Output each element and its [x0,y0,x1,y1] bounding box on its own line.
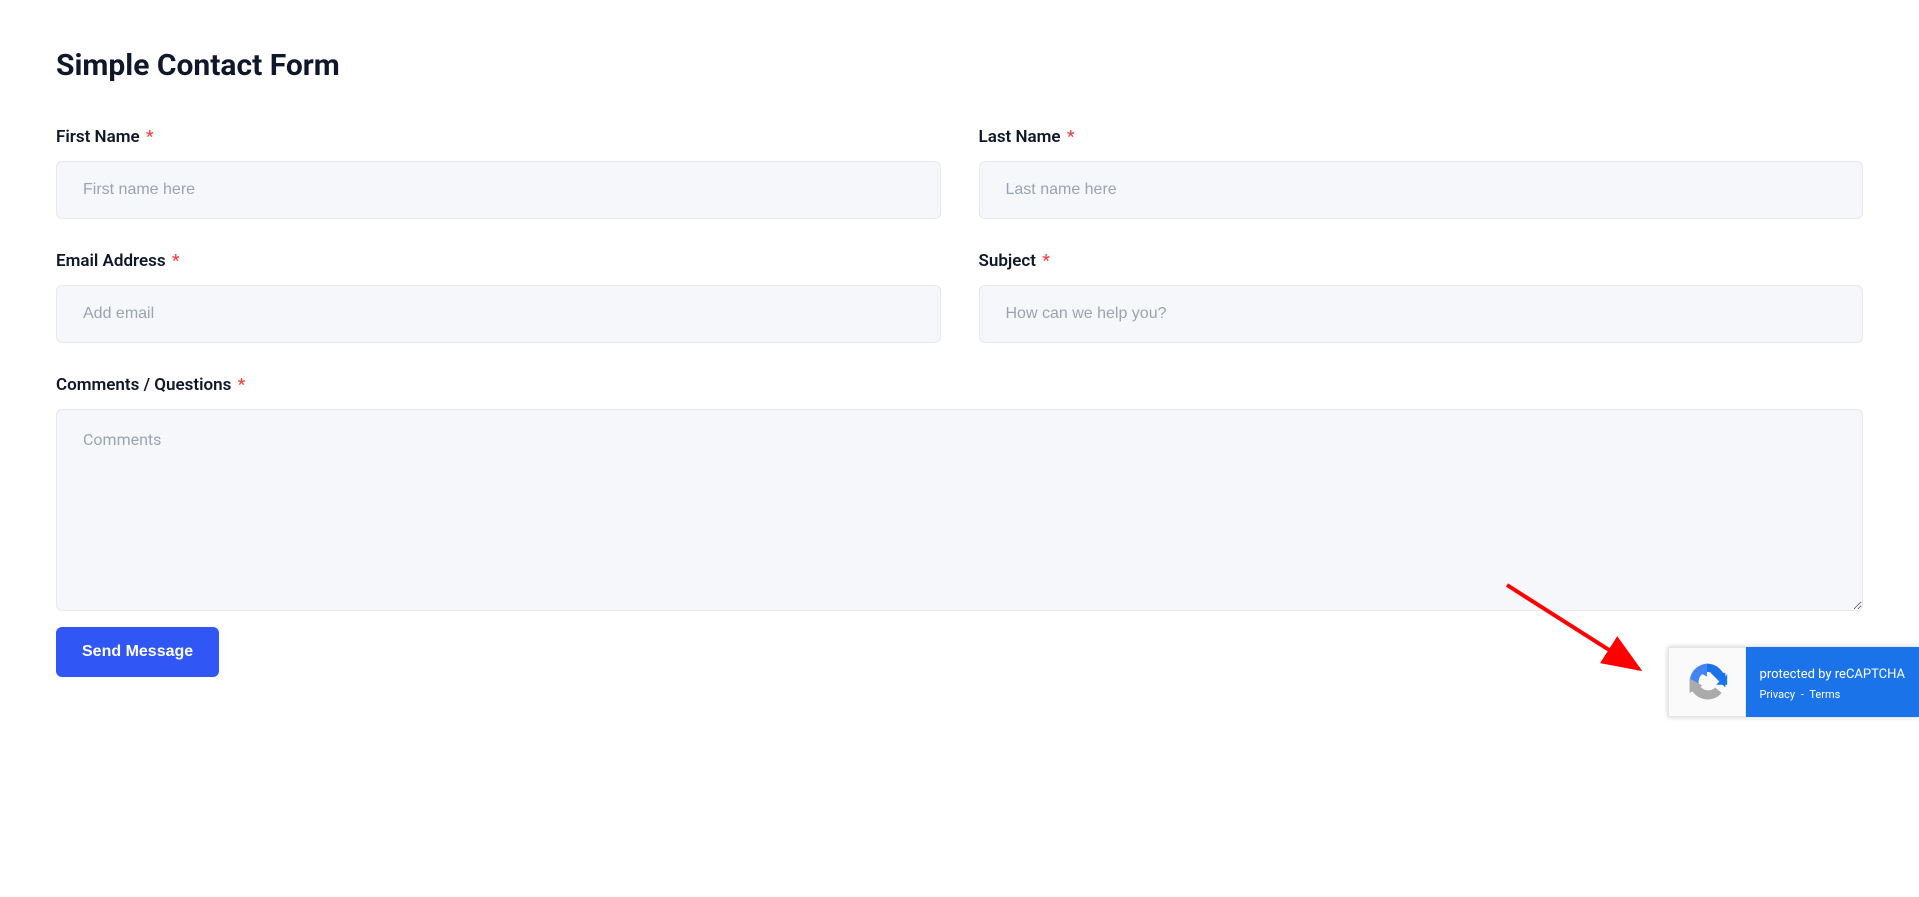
recaptcha-terms-link[interactable]: Terms [1809,688,1840,701]
form-group-first-name: First Name * [56,127,941,219]
form-group-email: Email Address * [56,251,941,343]
form-title: Simple Contact Form [56,48,1863,83]
last-name-label: Last Name * [979,127,1864,147]
first-name-input[interactable] [56,161,941,219]
subject-input[interactable] [979,285,1864,343]
comments-label: Comments / Questions * [56,375,1863,395]
form-group-comments: Comments / Questions * [56,375,1863,611]
form-row-email-subject: Email Address * Subject * [56,251,1863,343]
recaptcha-separator: - [1801,688,1804,701]
recaptcha-privacy-link[interactable]: Privacy [1760,688,1796,701]
recaptcha-icon [1685,660,1729,704]
subject-label-text: Subject [979,251,1037,271]
recaptcha-title: protected by reCAPTCHA [1760,667,1905,682]
form-row-names: First Name * Last Name * [56,127,1863,219]
email-label: Email Address * [56,251,941,271]
email-label-text: Email Address [56,251,166,271]
form-group-subject: Subject * [979,251,1864,343]
subject-label: Subject * [979,251,1864,271]
required-marker: * [172,251,180,271]
form-group-last-name: Last Name * [979,127,1864,219]
recaptcha-icon-box [1668,647,1746,717]
recaptcha-text-box: protected by reCAPTCHA Privacy - Terms [1746,647,1919,717]
last-name-label-text: Last Name [979,127,1061,147]
recaptcha-badge: protected by reCAPTCHA Privacy - Terms [1668,647,1919,717]
email-input[interactable] [56,285,941,343]
contact-form-container: Simple Contact Form First Name * Last Na… [0,0,1919,725]
recaptcha-links: Privacy - Terms [1760,688,1905,701]
required-marker: * [1042,251,1050,271]
required-marker: * [1067,127,1075,147]
comments-label-text: Comments / Questions [56,375,231,395]
last-name-input[interactable] [979,161,1864,219]
first-name-label: First Name * [56,127,941,147]
first-name-label-text: First Name [56,127,140,147]
send-message-button[interactable]: Send Message [56,627,219,677]
required-marker: * [238,375,246,395]
required-marker: * [146,127,154,147]
comments-textarea[interactable] [56,409,1863,611]
